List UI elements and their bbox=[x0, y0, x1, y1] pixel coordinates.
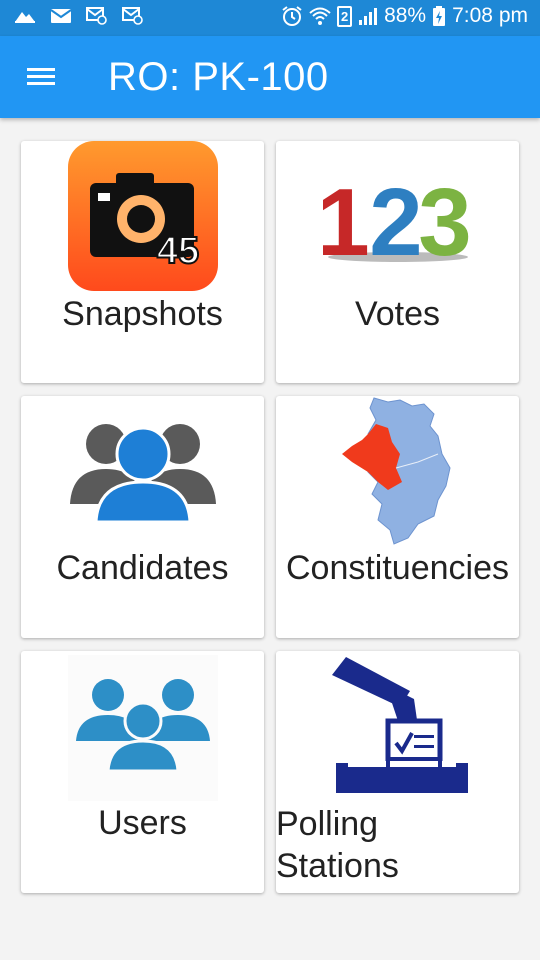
snapshot-count-badge: 45 bbox=[156, 230, 198, 272]
clock: 7:08 pm bbox=[452, 4, 528, 27]
people-group-icon bbox=[69, 424, 216, 524]
sim-slot-icon: 2 bbox=[337, 5, 353, 27]
menu-button[interactable] bbox=[24, 64, 58, 90]
tile-polling-stations[interactable]: Polling Stations bbox=[276, 651, 519, 893]
status-bar: 2 88% 7:08 pm bbox=[0, 0, 540, 36]
camera-icon: 45 bbox=[67, 141, 218, 291]
tile-label-line2: Stations bbox=[276, 847, 399, 885]
ballot-box-icon bbox=[331, 657, 468, 793]
digit-one: 1 bbox=[323, 171, 370, 266]
email-icon bbox=[50, 9, 72, 23]
tile-votes[interactable]: 1 2 3 Votes bbox=[276, 141, 519, 383]
battery-charging-icon bbox=[433, 6, 446, 26]
signal-icon bbox=[359, 8, 378, 25]
tile-label: Votes bbox=[354, 295, 441, 333]
battery-percent: 88% bbox=[384, 4, 427, 27]
mail-at-icon bbox=[86, 7, 107, 25]
digit-two: 2 bbox=[369, 171, 422, 266]
tile-candidates[interactable]: Candidates bbox=[21, 396, 264, 638]
tile-snapshots[interactable]: 45 Snapshots bbox=[21, 141, 264, 383]
alarm-icon bbox=[282, 6, 302, 26]
map-icon bbox=[341, 397, 451, 545]
tile-users[interactable]: Users bbox=[21, 651, 264, 893]
mail-at-icon bbox=[122, 7, 143, 25]
tile-label-line1: Polling bbox=[276, 805, 379, 843]
tile-label: Constituencies bbox=[285, 549, 509, 587]
digit-three: 3 bbox=[418, 171, 471, 266]
mountain-icon bbox=[15, 12, 35, 23]
users-group-icon bbox=[67, 655, 218, 801]
tile-label: Users bbox=[98, 804, 187, 842]
wifi-icon bbox=[309, 7, 331, 25]
app-bar: RO: PK-100 bbox=[0, 36, 540, 118]
tile-label: Snapshots bbox=[62, 295, 223, 333]
page-title: RO: PK-100 bbox=[108, 55, 329, 99]
tile-label: Candidates bbox=[56, 549, 229, 587]
tile-constituencies[interactable]: Constituencies bbox=[276, 396, 519, 638]
numbers-123-icon: 1 2 3 bbox=[323, 171, 472, 266]
